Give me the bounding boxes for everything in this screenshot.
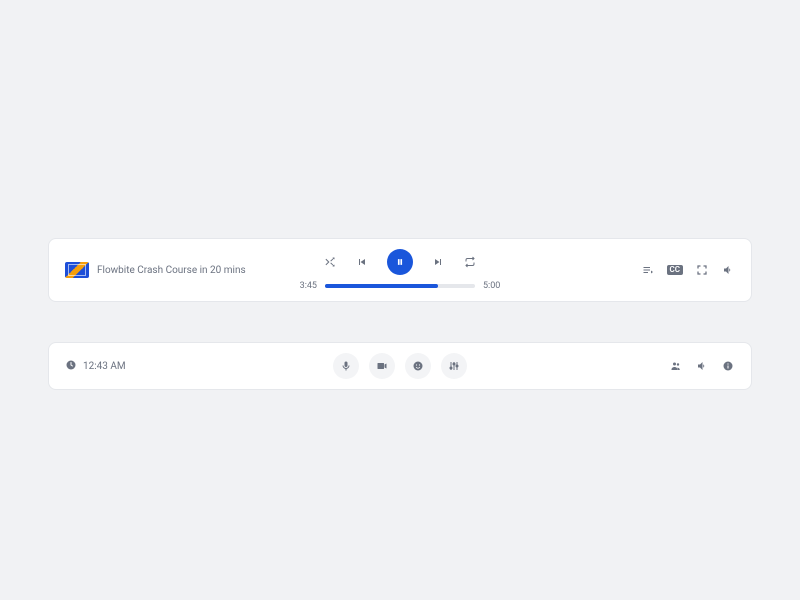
mic-icon[interactable]	[333, 353, 359, 379]
next-icon[interactable]	[431, 255, 445, 269]
volume-icon[interactable]	[695, 359, 709, 373]
player-right-tools: CC	[500, 263, 735, 277]
previous-icon[interactable]	[355, 255, 369, 269]
clock-icon	[65, 359, 77, 374]
shuffle-icon[interactable]	[323, 255, 337, 269]
player-center: 3:45 5:00	[300, 249, 501, 291]
video-title: Flowbite Crash Course in 20 mins	[97, 265, 246, 276]
settings-sliders-icon[interactable]	[441, 353, 467, 379]
fullscreen-icon[interactable]	[695, 263, 709, 277]
volume-icon[interactable]	[721, 263, 735, 277]
camera-icon[interactable]	[369, 353, 395, 379]
captions-icon[interactable]: CC	[667, 265, 683, 275]
progress-track[interactable]	[325, 284, 475, 288]
total-time: 5:00	[483, 281, 500, 291]
progress-row: 3:45 5:00	[300, 281, 501, 291]
elapsed-time: 3:45	[300, 281, 317, 291]
video-thumbnail[interactable]	[65, 262, 89, 278]
progress-fill	[325, 284, 438, 288]
transport-controls	[323, 249, 477, 275]
participants-icon[interactable]	[669, 359, 683, 373]
emoji-icon[interactable]	[405, 353, 431, 379]
playlist-icon[interactable]	[641, 263, 655, 277]
call-controls	[333, 353, 467, 379]
info-icon[interactable]	[721, 359, 735, 373]
pause-button[interactable]	[387, 249, 413, 275]
call-time: 12:43 AM	[65, 359, 333, 374]
call-right-tools	[467, 359, 735, 373]
now-playing: Flowbite Crash Course in 20 mins	[65, 262, 300, 278]
repeat-icon[interactable]	[463, 255, 477, 269]
call-time-label: 12:43 AM	[83, 361, 126, 372]
media-player-bar: Flowbite Crash Course in 20 mins 3:45	[48, 238, 752, 302]
call-bar: 12:43 AM	[48, 342, 752, 390]
